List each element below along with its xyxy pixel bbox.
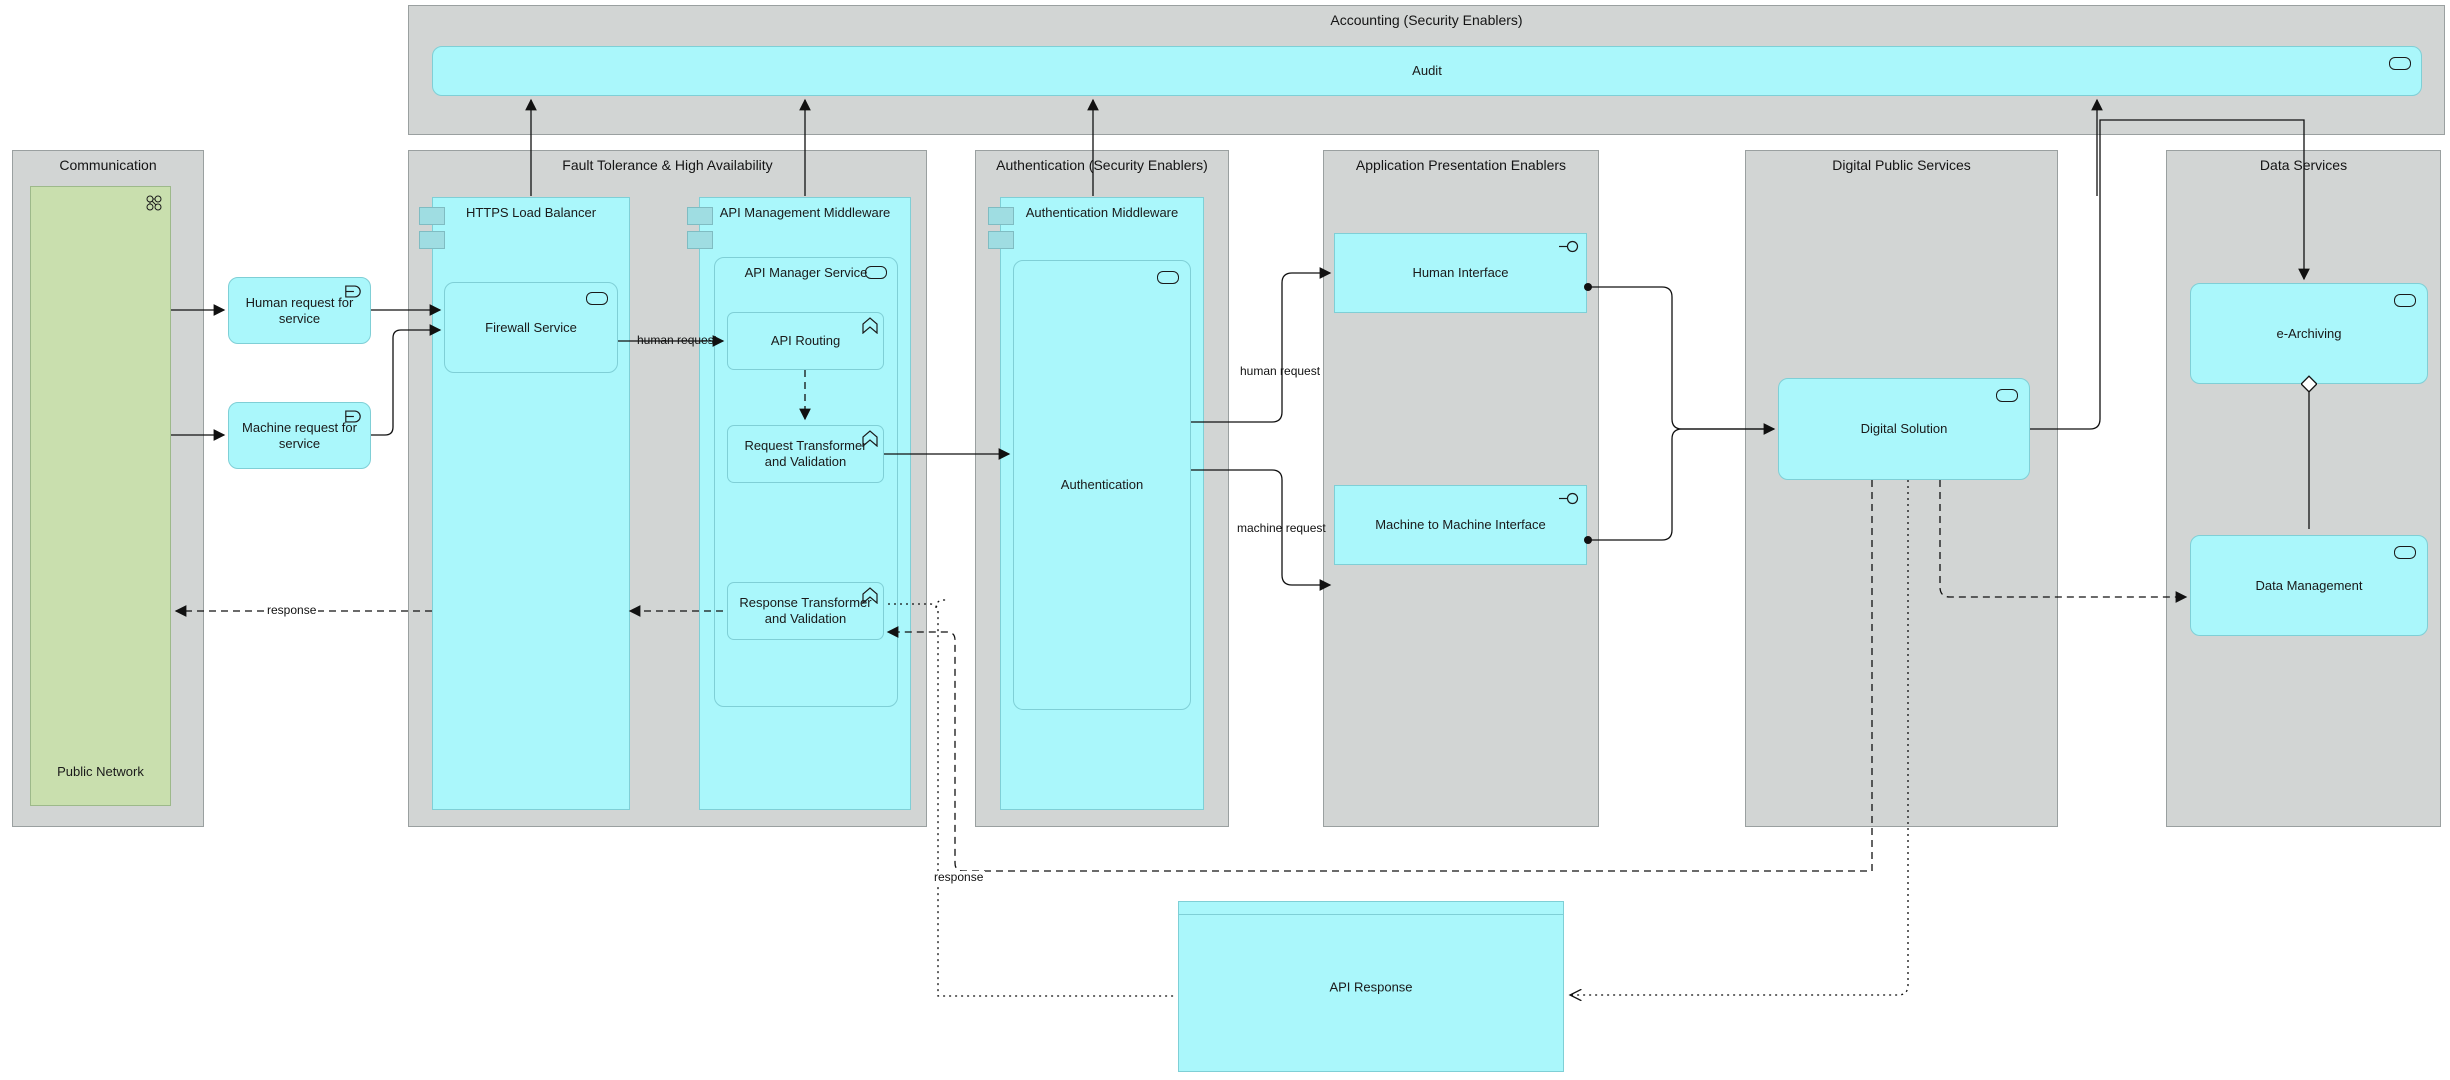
- connector-label-machine-request-ui: machine request: [1237, 521, 1326, 535]
- interface-provided-icon: [1559, 492, 1579, 505]
- node-human-request-label: Human request for service: [245, 294, 354, 326]
- chevron-up-icon: [862, 587, 878, 604]
- node-e-archiving-label: e-Archiving: [2276, 325, 2342, 341]
- node-machine-interface-label: Machine to Machine Interface: [1375, 517, 1546, 532]
- node-api-management-middleware-label: API Management Middleware: [719, 205, 891, 220]
- node-authentication-middleware-label: Authentication Middleware: [1025, 205, 1179, 220]
- network-icon: [146, 195, 162, 211]
- node-human-request[interactable]: Human request for service: [228, 277, 371, 344]
- connector-label-human-request-ui: human request: [1240, 364, 1321, 378]
- group-app-presentation-label: Application Presentation Enablers: [1355, 157, 1567, 173]
- node-response-transformer-label: Response Transformer and Validation: [739, 595, 872, 626]
- rounded-component-icon: [865, 266, 887, 279]
- rounded-component-icon: [586, 292, 608, 305]
- rounded-component-icon: [1996, 389, 2018, 402]
- node-digital-solution[interactable]: Digital Solution: [1778, 378, 2030, 480]
- group-communication-label: Communication: [59, 157, 157, 173]
- interface-provided-icon: [1559, 240, 1579, 253]
- node-request-transformer-label: Request Transformer and Validation: [744, 438, 867, 469]
- group-fault-tolerance-label: Fault Tolerance & High Availability: [562, 157, 773, 173]
- node-machine-interface[interactable]: Machine to Machine Interface: [1334, 485, 1587, 565]
- node-api-response[interactable]: API Response: [1178, 901, 1564, 1072]
- node-data-management[interactable]: Data Management: [2190, 535, 2428, 636]
- chevron-up-icon: [862, 317, 878, 334]
- node-data-management-label: Data Management: [2255, 577, 2363, 593]
- group-accounting-label: Accounting (Security Enablers): [1330, 12, 1523, 28]
- node-firewall-service[interactable]: Firewall Service: [444, 282, 618, 373]
- node-request-transformer[interactable]: Request Transformer and Validation: [727, 425, 884, 483]
- group-digital-public-services: Digital Public Services: [1745, 150, 2058, 827]
- node-tabs-icon: [988, 207, 1014, 225]
- chevron-up-icon: [862, 430, 878, 447]
- node-authentication-service-label: Authentication: [1060, 477, 1144, 492]
- node-audit[interactable]: Audit: [432, 46, 2422, 96]
- node-tabs-icon: [687, 231, 713, 249]
- interface-required-icon: [345, 410, 361, 423]
- node-digital-solution-label: Digital Solution: [1860, 421, 1948, 436]
- group-data-services: Data Services: [2166, 150, 2441, 827]
- node-api-routing-label: API Routing: [770, 333, 841, 348]
- node-api-response-label: API Response: [1329, 979, 1413, 994]
- node-e-archiving[interactable]: e-Archiving: [2190, 283, 2428, 384]
- group-data-services-label: Data Services: [2259, 157, 2348, 173]
- group-authentication-label: Authentication (Security Enablers): [996, 157, 1208, 173]
- node-public-network[interactable]: Public Network: [30, 186, 171, 806]
- node-machine-request-label: Machine request for service: [242, 419, 357, 451]
- node-public-network-label: Public Network: [57, 764, 144, 779]
- rounded-component-icon: [2389, 57, 2411, 70]
- connector-label-human-request-api: human request: [637, 333, 718, 347]
- rounded-component-icon: [1157, 271, 1179, 284]
- node-tabs-icon: [419, 231, 445, 249]
- interface-required-icon: [345, 285, 361, 298]
- node-machine-request[interactable]: Machine request for service: [228, 402, 371, 469]
- node-tabs-icon: [687, 207, 713, 225]
- architecture-diagram-canvas: Accounting (Security Enablers) Audit Com…: [0, 0, 2450, 1080]
- rounded-component-icon: [2394, 546, 2416, 559]
- node-audit-label: Audit: [1412, 63, 1442, 78]
- artifact-icon: [1179, 902, 1563, 915]
- node-firewall-service-label: Firewall Service: [485, 319, 577, 335]
- node-authentication-service[interactable]: Authentication: [1013, 260, 1191, 710]
- node-tabs-icon: [988, 231, 1014, 249]
- node-human-interface-label: Human Interface: [1412, 265, 1509, 280]
- connector-label-response-bottom: response: [932, 870, 986, 884]
- node-tabs-icon: [419, 207, 445, 225]
- node-api-routing[interactable]: API Routing: [727, 312, 884, 370]
- rounded-component-icon: [2394, 294, 2416, 307]
- connector-label-response-network: response: [265, 603, 319, 617]
- node-https-load-balancer-label: HTTPS Load Balancer: [465, 205, 597, 220]
- node-response-transformer[interactable]: Response Transformer and Validation: [727, 582, 884, 640]
- group-digital-public-services-label: Digital Public Services: [1832, 157, 1971, 173]
- node-human-interface[interactable]: Human Interface: [1334, 233, 1587, 313]
